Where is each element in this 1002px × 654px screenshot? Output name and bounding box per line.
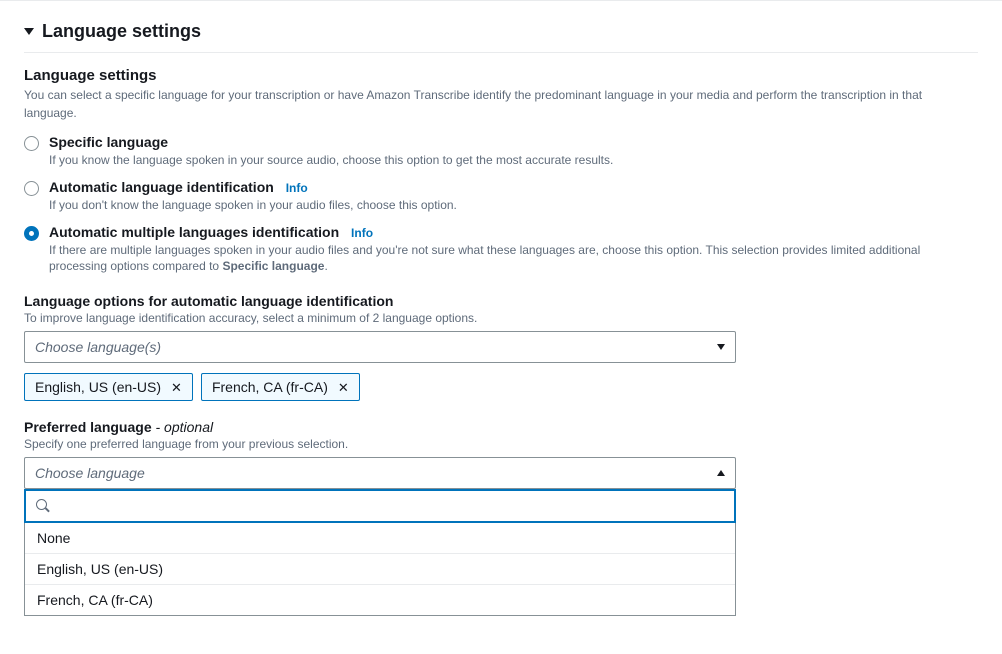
- search-icon: [36, 499, 50, 513]
- radio-desc-multi-suffix: .: [324, 259, 327, 273]
- radio-option-multi[interactable]: Automatic multiple languages identificat…: [24, 224, 978, 276]
- language-options-placeholder: Choose language(s): [35, 339, 161, 355]
- radio-label-multi: Automatic multiple languages identificat…: [49, 224, 339, 240]
- token-label: English, US (en-US): [35, 379, 161, 395]
- radio-icon: [24, 181, 39, 196]
- section-header[interactable]: Language settings: [24, 21, 978, 53]
- preferred-language-placeholder: Choose language: [35, 465, 145, 481]
- preferred-label-main: Preferred language: [24, 419, 156, 435]
- chevron-up-icon: [717, 470, 725, 476]
- subsection-heading: Language settings: [24, 67, 978, 84]
- preferred-language-label: Preferred language - optional: [24, 419, 978, 435]
- preferred-language-dropdown: Choose language None English, US (en-US)…: [24, 457, 736, 616]
- radio-desc-multi: If there are multiple languages spoken i…: [49, 242, 978, 276]
- preferred-language-select[interactable]: Choose language: [24, 457, 736, 489]
- language-options-field: Language options for automatic language …: [24, 293, 978, 401]
- dropdown-list: None English, US (en-US) French, CA (fr-…: [24, 523, 736, 616]
- radio-desc-specific: If you know the language spoken in your …: [49, 152, 978, 169]
- radio-icon-selected: [24, 226, 39, 241]
- chevron-down-icon: [717, 344, 725, 350]
- radio-desc-multi-text: If there are multiple languages spoken i…: [49, 243, 920, 274]
- info-link-auto[interactable]: Info: [286, 181, 308, 195]
- dropdown-item-fr-ca[interactable]: French, CA (fr-CA): [25, 584, 735, 615]
- dropdown-item-none[interactable]: None: [25, 523, 735, 553]
- section-title: Language settings: [42, 21, 201, 42]
- radio-desc-multi-bold: Specific language: [222, 259, 324, 273]
- language-options-label: Language options for automatic language …: [24, 293, 978, 309]
- token-fr-ca: French, CA (fr-CA) ✕: [201, 373, 360, 401]
- selected-language-tokens: English, US (en-US) ✕ French, CA (fr-CA)…: [24, 373, 978, 401]
- language-mode-radio-group: Specific language If you know the langua…: [24, 134, 978, 275]
- dropdown-search-row[interactable]: [24, 489, 736, 523]
- preferred-language-field: Preferred language - optional Specify on…: [24, 419, 978, 616]
- dropdown-item-en-us[interactable]: English, US (en-US): [25, 553, 735, 584]
- language-options-select[interactable]: Choose language(s): [24, 331, 736, 363]
- radio-label-auto: Automatic language identification: [49, 179, 274, 195]
- token-en-us: English, US (en-US) ✕: [24, 373, 193, 401]
- radio-label-specific: Specific language: [49, 134, 168, 150]
- collapse-icon: [24, 28, 34, 35]
- info-link-multi[interactable]: Info: [351, 226, 373, 240]
- token-remove-icon[interactable]: ✕: [338, 381, 349, 394]
- radio-option-specific[interactable]: Specific language If you know the langua…: [24, 134, 978, 169]
- token-remove-icon[interactable]: ✕: [171, 381, 182, 394]
- radio-option-auto[interactable]: Automatic language identification Info I…: [24, 179, 978, 214]
- language-options-desc: To improve language identification accur…: [24, 311, 978, 325]
- radio-desc-auto: If you don't know the language spoken in…: [49, 197, 978, 214]
- preferred-label-optional: - optional: [156, 419, 214, 435]
- preferred-language-desc: Specify one preferred language from your…: [24, 437, 978, 451]
- subsection-description: You can select a specific language for y…: [24, 86, 978, 122]
- token-label: French, CA (fr-CA): [212, 379, 328, 395]
- radio-icon: [24, 136, 39, 151]
